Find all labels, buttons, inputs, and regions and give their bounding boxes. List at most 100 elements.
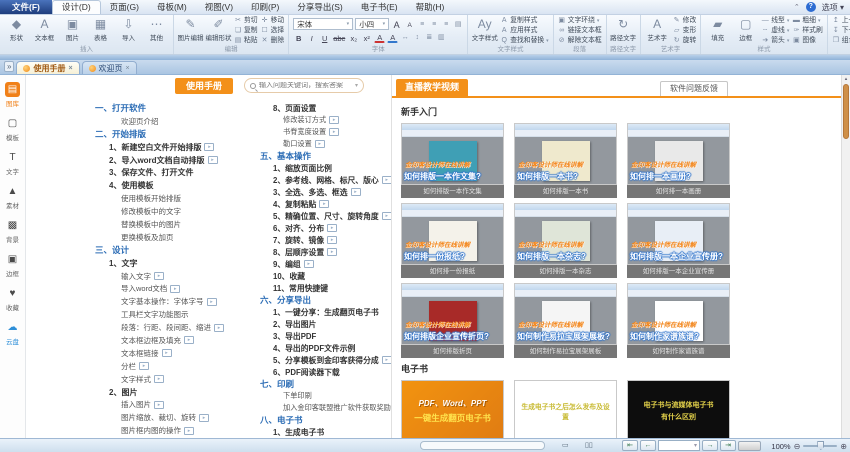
video-thumbnail[interactable]: PDF、Word、PPT一键生成翻页电子书 xyxy=(401,380,504,438)
menu-tab-view[interactable]: 视图(V) xyxy=(196,0,242,14)
ribbon-button[interactable]: —线型▾ xyxy=(761,16,789,26)
video-thumbnail[interactable]: 金印客设计师在线讲解如何排版一本作文集? xyxy=(401,123,504,185)
ribbon-button[interactable]: ▣图片 xyxy=(60,16,85,45)
format-button-0[interactable]: B xyxy=(293,32,304,43)
toc-entry[interactable]: 工具栏文字功能图示 xyxy=(95,308,258,321)
zoom-slider[interactable] xyxy=(803,445,837,447)
toc-entry[interactable]: 4、使用模板 xyxy=(95,179,258,192)
zoom-in-icon[interactable]: ⊕ xyxy=(840,441,847,452)
toc-entry[interactable]: 图片缩放、裁切、旋转▸ xyxy=(95,411,258,424)
zoom-out-icon[interactable]: ⊖ xyxy=(794,441,801,452)
ribbon-button[interactable]: ↻路径文字 xyxy=(611,16,636,45)
toc-entry[interactable]: 5、分享模板到金印客获得分成▸ xyxy=(260,354,391,366)
ribbon-button[interactable]: ☐选择 xyxy=(261,26,285,36)
toc-entry[interactable]: 插入图片▸ xyxy=(95,398,258,411)
toc-entry[interactable]: 4、导出的PDF文件示例 xyxy=(260,342,391,354)
prev-page-button[interactable]: ← xyxy=(640,440,656,451)
video-card[interactable]: 金印客设计师在线讲解如何排版一本企业宣传册?如何排版一本企业宣传册 xyxy=(627,203,730,278)
toc-entry[interactable]: 文本框边框及填充▸ xyxy=(95,334,258,347)
sidebar-item-wenzi[interactable]: T文字 xyxy=(0,150,25,176)
pages-preview-button[interactable] xyxy=(738,441,761,451)
toc-entry[interactable]: 3、保存文件、打开文件 xyxy=(95,166,258,179)
video-card[interactable]: 金印客设计师在线讲解如何排版一本杂志?如何排版一本杂志 xyxy=(514,203,617,278)
font-name-select[interactable]: 宋体▾ xyxy=(293,18,353,30)
manual-title-button[interactable]: 使用手册 xyxy=(175,78,233,94)
search-input[interactable] xyxy=(259,82,352,89)
text-tool-icon-1[interactable]: ↕ xyxy=(412,32,422,43)
sidebar-item-beijing[interactable]: ▩背景 xyxy=(0,218,25,244)
sidebar-item-tuku[interactable]: ▤图库 xyxy=(0,82,25,108)
video-card[interactable]: 金印客设计师在线讲解如何制作家谱族谱?如何制作家谱族谱 xyxy=(627,283,730,358)
video-card[interactable]: 金印客设计师在线讲解如何排版一本作文集?如何排版一本作文集 xyxy=(401,123,504,198)
toc-entry[interactable]: 勒口设置▸ xyxy=(260,138,391,150)
toc-entry[interactable]: 5、精确位置、尺寸、旋转角度▸ xyxy=(260,210,391,222)
toc-entry[interactable]: 10、收藏 xyxy=(260,270,391,282)
menu-tab-help[interactable]: 帮助(H) xyxy=(407,0,454,14)
toc-entry[interactable]: 替换模板中的图片 xyxy=(95,218,258,231)
search-dropdown-icon[interactable]: ▾ xyxy=(355,82,358,89)
toc-entry[interactable]: 7、旋转、镜像▸ xyxy=(260,234,391,246)
highlight-color-button[interactable]: A xyxy=(387,32,398,43)
toc-entry[interactable]: 文字基本操作：字体字号▸ xyxy=(95,295,258,308)
ribbon-button[interactable]: A应用样式 xyxy=(500,26,549,36)
feedback-button[interactable]: 软件问题反馈 xyxy=(660,81,728,96)
toc-entry[interactable]: 文字样式▸ xyxy=(95,373,258,386)
video-card[interactable]: 金印客设计师在线讲解如何排一本画册?如何排一本画册 xyxy=(627,123,730,198)
ribbon-button[interactable]: ⇩导入 xyxy=(116,16,141,45)
menu-tab-design[interactable]: 设计(D) xyxy=(52,0,101,14)
menu-tab-master[interactable]: 母板(M) xyxy=(148,0,196,14)
ribbon-button[interactable]: A文本框 xyxy=(32,16,57,45)
toc-entry[interactable]: 三、设计 xyxy=(95,244,258,257)
toc-entry[interactable]: 1、新建空白文件开始排版▸ xyxy=(95,141,258,154)
toc-entry[interactable]: 6、对齐、分布▸ xyxy=(260,222,391,234)
toc-entry[interactable]: 11、常用快捷键 xyxy=(260,282,391,294)
sidebar-item-biankuang[interactable]: ▣边框 xyxy=(0,252,25,278)
doc-tab-manual[interactable]: 使用手册× xyxy=(16,61,79,74)
toc-entry[interactable]: 使用模板开始排版 xyxy=(95,192,258,205)
toc-entry[interactable]: 1、缩放页面比例 xyxy=(260,162,391,174)
toc-entry[interactable]: 8、页面设置 xyxy=(260,102,391,114)
panel-toggle-icon[interactable]: » xyxy=(4,61,14,72)
toc-entry[interactable]: 二、开始排版 xyxy=(95,128,258,141)
ribbon-button[interactable]: ▰填充 xyxy=(705,16,730,45)
toc-entry[interactable]: 更换模板及加页 xyxy=(95,231,258,244)
ribbon-button[interactable]: ❏复制 xyxy=(234,26,258,36)
spread-view-icon[interactable]: ▯▯ xyxy=(585,441,593,449)
shrink-font-button[interactable]: A xyxy=(404,19,415,30)
toc-entry[interactable]: 五、基本操作 xyxy=(260,150,391,162)
ribbon-button[interactable]: ✎图片编辑 xyxy=(178,16,203,45)
ribbon-button[interactable]: ✛移动 xyxy=(261,16,285,26)
format-button-4[interactable]: x₂ xyxy=(348,32,359,43)
align-icon-3[interactable]: ▤ xyxy=(453,19,463,30)
align-icon-0[interactable]: ≡ xyxy=(417,19,427,30)
ribbon-button[interactable]: ▦表格 xyxy=(88,16,113,45)
toc-entry[interactable]: 下单印刷 xyxy=(260,390,391,402)
menu-tab-page[interactable]: 页面(G) xyxy=(101,0,148,14)
video-card[interactable]: PDF、Word、PPT一键生成翻页电子书已有文件怎么生成翻页电子书 xyxy=(401,380,504,438)
sidebar-item-sucai[interactable]: ▲素材 xyxy=(0,184,25,210)
toc-entry[interactable]: 4、复制粘贴▸ xyxy=(260,198,391,210)
toc-entry[interactable]: 七、印刷 xyxy=(260,378,391,390)
toc-entry[interactable]: 书脊宽度设置▸ xyxy=(260,126,391,138)
toc-entry[interactable]: 9、编组▸ xyxy=(260,258,391,270)
video-thumbnail[interactable]: 生成电子书之后怎么发布及设置 xyxy=(514,380,617,438)
video-card[interactable]: 金印客设计师在线讲解如何排版一本书?如何排版一本书 xyxy=(514,123,617,198)
ribbon-button[interactable]: ▢边框 xyxy=(733,16,758,45)
horizontal-scrollbar[interactable] xyxy=(420,441,545,450)
video-thumbnail[interactable]: 金印客设计师在线讲解如何制作家谱族谱? xyxy=(627,283,730,345)
toc-entry[interactable]: 图片框内图的操作▸ xyxy=(95,424,258,437)
toc-entry[interactable]: 6、PDF阅读器下载 xyxy=(260,366,391,378)
toc-entry[interactable]: 段落：行距、段间距、缩进▸ xyxy=(95,321,258,334)
ribbon-button[interactable]: ▬粗细▾ xyxy=(792,16,822,26)
align-icon-2[interactable]: ≡ xyxy=(441,19,451,30)
sidebar-item-yunpan[interactable]: ☁云盘 xyxy=(0,320,25,346)
ribbon-button[interactable]: ↥上一层▾ xyxy=(832,16,850,26)
live-videos-tab[interactable]: 直播教学视频 xyxy=(396,79,468,96)
format-button-5[interactable]: x² xyxy=(361,32,372,43)
menu-tab-share[interactable]: 分享导出(S) xyxy=(288,0,351,14)
toc-entry[interactable]: 加入金印客联盟推广软件获取奖励 xyxy=(260,402,391,414)
grow-font-button[interactable]: A xyxy=(391,19,402,30)
ribbon-button[interactable]: ✎修改 xyxy=(673,16,697,26)
menu-tab-file[interactable]: 文件(F) xyxy=(0,0,52,14)
format-button-3[interactable]: abc xyxy=(332,32,346,43)
